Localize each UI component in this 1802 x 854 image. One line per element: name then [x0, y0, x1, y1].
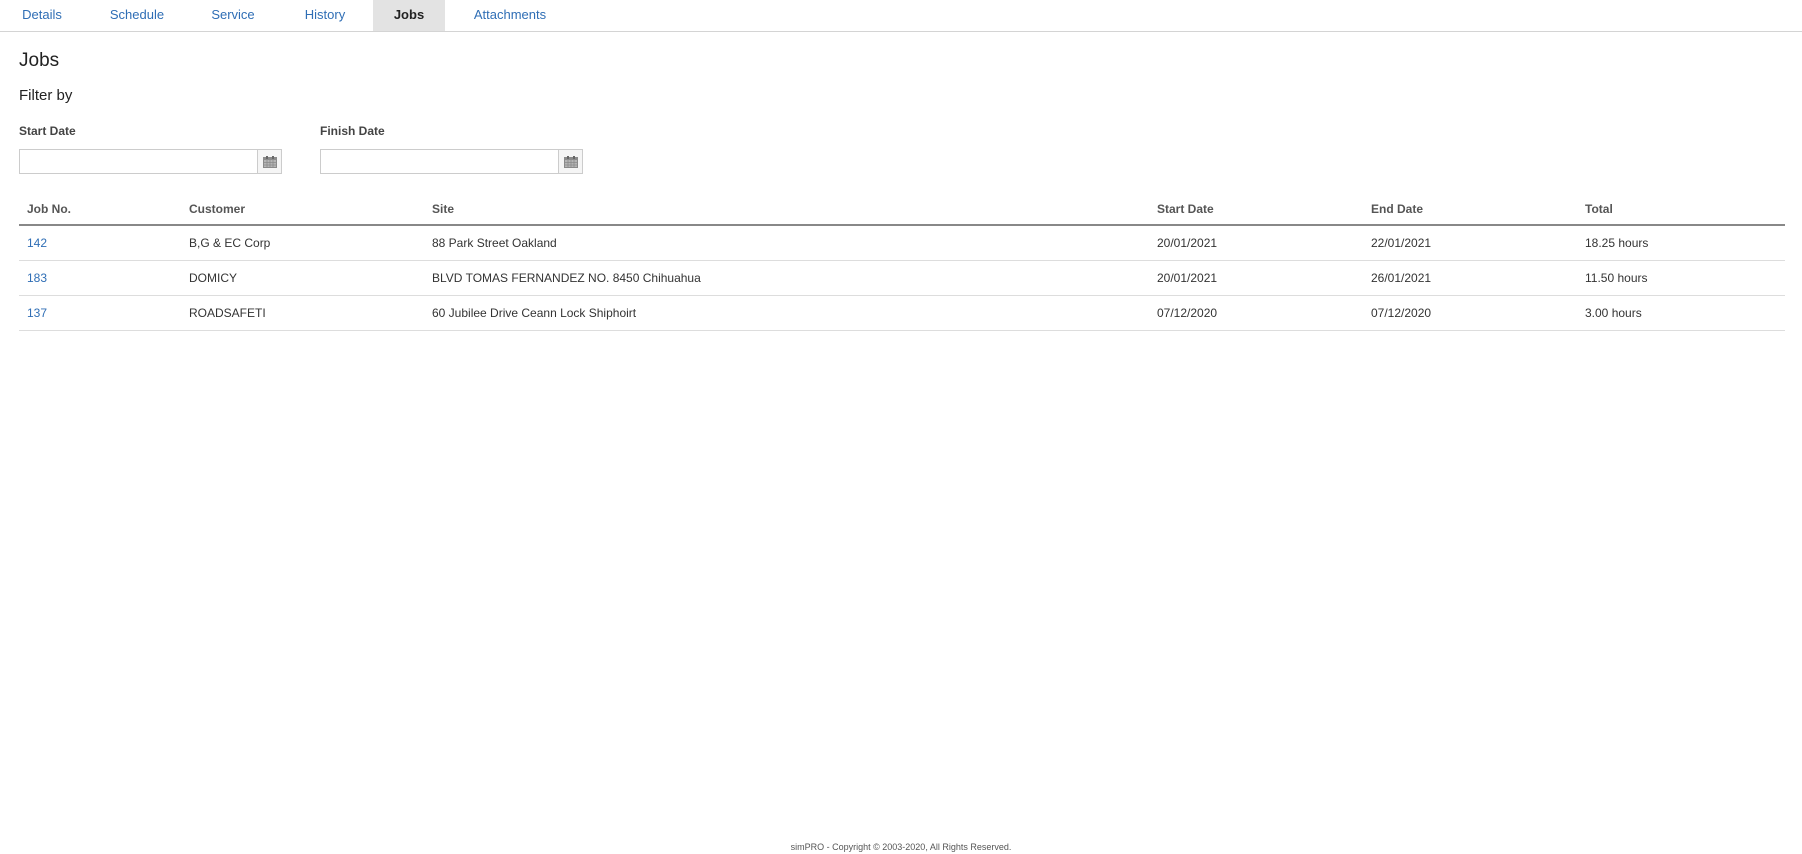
total-cell: 18.25 hours [1577, 225, 1785, 261]
column-header-site[interactable]: Site [424, 193, 1149, 226]
start-date-input[interactable] [19, 149, 258, 174]
start-date-label: Start Date [19, 124, 76, 138]
column-header-start-date[interactable]: Start Date [1149, 193, 1363, 226]
tab-schedule[interactable]: Schedule [94, 0, 180, 31]
finish-date-label: Finish Date [320, 124, 385, 138]
tab-history[interactable]: History [290, 0, 360, 31]
customer-cell: DOMICY [181, 260, 424, 296]
finish-date-calendar-button[interactable] [558, 149, 583, 174]
column-header-customer[interactable]: Customer [181, 193, 424, 226]
page-title: Jobs [19, 50, 60, 71]
table-row: 142 B,G & EC Corp 88 Park Street Oakland… [19, 225, 1785, 261]
tab-details[interactable]: Details [0, 0, 84, 31]
customer-cell: ROADSAFETI [181, 295, 424, 331]
tab-service[interactable]: Service [198, 0, 268, 31]
start-date-calendar-button[interactable] [257, 149, 282, 174]
calendar-icon [263, 156, 277, 168]
filter-heading: Filter by [19, 87, 73, 104]
table-row: 137 ROADSAFETI 60 Jubilee Drive Ceann Lo… [19, 295, 1785, 331]
calendar-icon [564, 156, 578, 168]
job-number-link[interactable]: 183 [19, 260, 181, 296]
start-date-cell: 07/12/2020 [1149, 295, 1363, 331]
jobs-table: Job No. Customer Site Start Date End Dat… [19, 193, 1785, 331]
table-row: 183 DOMICY BLVD TOMAS FERNANDEZ NO. 8450… [19, 260, 1785, 296]
start-date-cell: 20/01/2021 [1149, 225, 1363, 261]
customer-cell: B,G & EC Corp [181, 225, 424, 261]
table-header-row: Job No. Customer Site Start Date End Dat… [19, 193, 1785, 226]
column-header-end-date[interactable]: End Date [1363, 193, 1577, 226]
tab-jobs[interactable]: Jobs [373, 0, 445, 31]
column-header-total[interactable]: Total [1577, 193, 1785, 226]
job-number-link[interactable]: 137 [19, 295, 181, 331]
tab-attachments[interactable]: Attachments [462, 0, 558, 31]
end-date-cell: 07/12/2020 [1363, 295, 1577, 331]
total-cell: 3.00 hours [1577, 295, 1785, 331]
tab-bar: Details Schedule Service History Jobs At… [0, 0, 1802, 32]
site-cell: BLVD TOMAS FERNANDEZ NO. 8450 Chihuahua [424, 260, 1149, 296]
finish-date-input[interactable] [320, 149, 559, 174]
start-date-cell: 20/01/2021 [1149, 260, 1363, 296]
site-cell: 60 Jubilee Drive Ceann Lock Shiphoirt [424, 295, 1149, 331]
end-date-cell: 22/01/2021 [1363, 225, 1577, 261]
column-header-job-no[interactable]: Job No. [19, 193, 181, 226]
total-cell: 11.50 hours [1577, 260, 1785, 296]
job-number-link[interactable]: 142 [19, 225, 181, 261]
end-date-cell: 26/01/2021 [1363, 260, 1577, 296]
site-cell: 88 Park Street Oakland [424, 225, 1149, 261]
copyright-footer: simPRO - Copyright © 2003-2020, All Righ… [790, 842, 1012, 852]
